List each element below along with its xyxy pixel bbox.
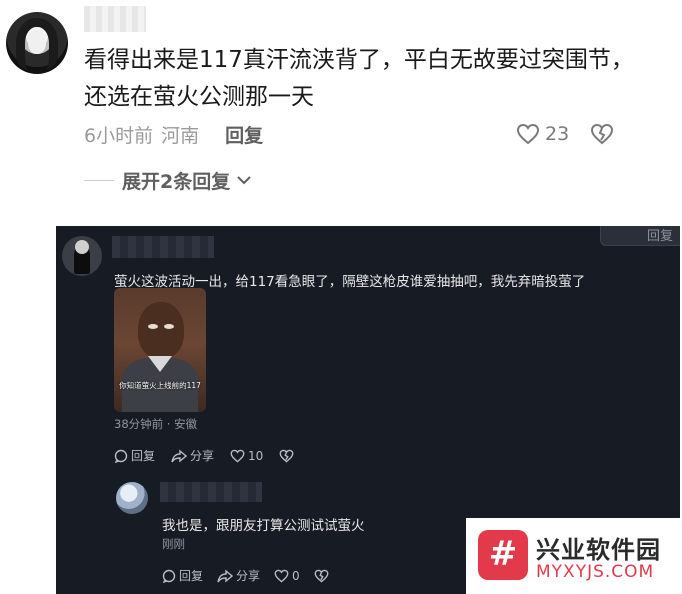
reply-button[interactable]: 回复 [225,121,263,148]
heart-broken-icon [314,569,329,583]
dislike-button[interactable] [590,120,614,148]
reply-button[interactable]: 回复 [162,567,203,584]
like-count: 0 [292,568,300,583]
reply-button[interactable]: 回复 [114,447,155,464]
like-button[interactable]: 10 [230,449,263,463]
reply-text: 我也是，跟朋友打算公测试试萤火 [162,518,365,534]
username-blurred[interactable] [160,482,262,502]
comment-text: 看得出来是117真汗流浃背了，平白无故要过突围节，还选在萤火公测那一天 [84,47,634,110]
chat-icon [114,449,128,463]
share-button[interactable]: 分享 [217,567,260,584]
like-count: 10 [248,448,264,463]
comment-text: 萤火这波活动一出，给117看急眼了，隔壁这枪皮谁爱抽抽吧，我先弃暗投萤了 [114,274,586,290]
username-blurred[interactable] [84,6,146,32]
dislike-button[interactable] [314,569,332,583]
heart-broken-icon [279,449,294,463]
like-count: 23 [545,123,570,145]
heart-icon [516,123,540,145]
watermark: # 兴业软件园 MYXYJS.COM [466,518,682,594]
share-icon [171,449,188,462]
heart-icon [274,569,289,583]
reply-time: 刚刚 [162,537,185,551]
share-icon [217,569,234,582]
heart-broken-icon [590,123,614,145]
like-button[interactable]: 0 [274,569,300,583]
expand-replies-button[interactable]: 展开2条回复 [84,166,252,194]
username-blurred[interactable] [112,236,214,258]
top-chip: 回复 [600,226,680,246]
comment-actions: 回复 分享 10 [114,447,313,464]
chat-icon [162,569,176,583]
comment-meta: 6小时前 河南 回复 [84,120,263,148]
avatar[interactable] [62,236,102,276]
meme-image[interactable]: 你知道萤火上线前的117 [114,288,206,412]
divider [84,179,114,181]
comment-meta: 38分钟前 · 安徽 [114,417,198,431]
watermark-logo: # [478,530,528,580]
expand-replies-label: 展开2条回复 [122,170,231,193]
watermark-title: 兴业软件园 [536,536,661,564]
comment-time: 6小时前 [84,124,154,147]
watermark-url: MYXYJS.COM [536,562,655,582]
meme-caption: 你知道萤火上线前的117 [119,381,201,390]
heart-icon [230,449,245,463]
chevron-down-icon [237,176,251,185]
like-button[interactable]: 23 [516,120,569,148]
avatar[interactable] [6,12,68,74]
comment-location: 河南 [161,124,200,147]
share-button[interactable]: 分享 [171,447,214,464]
dislike-button[interactable] [279,449,297,463]
avatar[interactable] [116,482,148,514]
reply-actions: 回复 分享 0 [162,567,346,584]
